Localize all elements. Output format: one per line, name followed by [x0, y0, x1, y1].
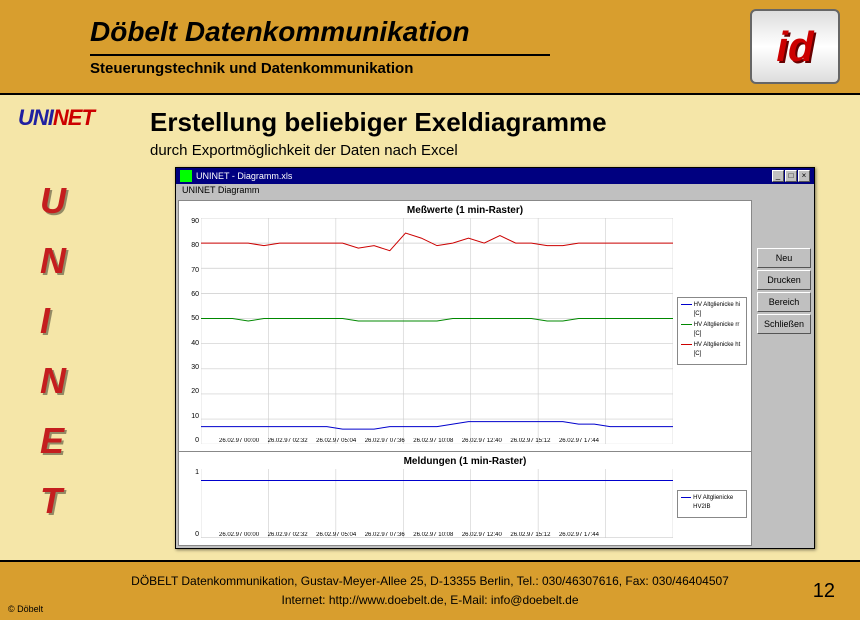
chart-meldungen: Meldungen (1 min-Raster) 10 26.02.97 00:… — [179, 452, 751, 545]
chart2-legend: HV Altglienicke HV2IB — [677, 490, 747, 518]
header-subtitle: Steuerungstechnik und Datenkommunikation — [90, 60, 750, 77]
slide-title: Erstellung beliebiger Exeldiagramme — [150, 107, 840, 138]
chart2-xaxis: 26.02.97 00:0026.02.97 02:3226.02.97 05:… — [219, 532, 599, 538]
chart2-yaxis: 10 — [183, 469, 201, 538]
side-buttons: Neu Drucken Bereich Schließen — [754, 198, 814, 548]
footer-contact: DÖBELT Datenkommunikation, Gustav-Meyer-… — [0, 572, 860, 610]
minimize-button[interactable]: _ — [772, 170, 784, 182]
chart2-title: Meldungen (1 min-Raster) — [183, 456, 747, 467]
content-area: UNINET U N I N E T Erstellung beliebiger… — [0, 95, 860, 560]
logo-text: id — [776, 23, 813, 71]
chart-area: Meßwerte (1 min-Raster) 9080706050403020… — [178, 200, 752, 546]
maximize-button[interactable]: □ — [785, 170, 797, 182]
menu-bar[interactable]: UNINET Diagramm — [176, 184, 814, 198]
header-title: Döbelt Datenkommunikation — [90, 16, 750, 48]
chart1-legend: HV Altglienicke hi [C]HV Altglienicke rr… — [677, 297, 747, 365]
uninet-logo: UNINET — [18, 105, 94, 131]
neu-button[interactable]: Neu — [757, 248, 811, 268]
excel-window: UNINET - Diagramm.xls _ □ × UNINET Diagr… — [175, 167, 815, 549]
chart1-title: Meßwerte (1 min-Raster) — [183, 205, 747, 216]
chart-messwerte: Meßwerte (1 min-Raster) 9080706050403020… — [179, 201, 751, 452]
close-button[interactable]: × — [798, 170, 810, 182]
footer-bar: © Döbelt DÖBELT Datenkommunikation, Gust… — [0, 560, 860, 620]
page-number: 12 — [813, 580, 835, 603]
chart1-yaxis: 9080706050403020100 — [183, 218, 201, 444]
chart1-xaxis: 26.02.97 00:0026.02.97 02:3226.02.97 05:… — [219, 438, 599, 444]
schliessen-button[interactable]: Schließen — [757, 314, 811, 334]
header-divider — [90, 54, 550, 56]
window-titlebar: UNINET - Diagramm.xls _ □ × — [176, 168, 814, 184]
window-title: UNINET - Diagramm.xls — [196, 171, 772, 181]
bereich-button[interactable]: Bereich — [757, 292, 811, 312]
vertical-brand: U N I N E T — [40, 180, 66, 522]
app-icon — [180, 170, 192, 182]
drucken-button[interactable]: Drucken — [757, 270, 811, 290]
slide-subtitle: durch Exportmöglichkeit der Daten nach E… — [150, 142, 840, 159]
copyright: © Döbelt — [8, 604, 43, 614]
company-logo: id — [750, 9, 840, 84]
header-bar: Döbelt Datenkommunikation Steuerungstech… — [0, 0, 860, 95]
